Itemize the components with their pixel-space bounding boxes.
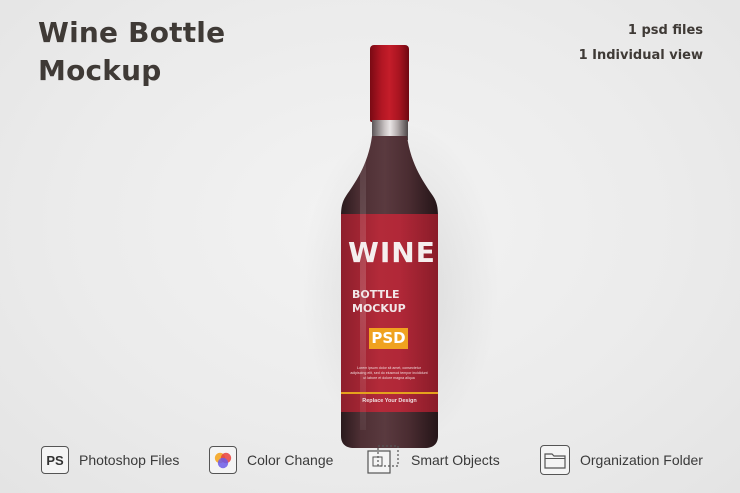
feature-label: Color Change	[247, 452, 334, 468]
label-subtitle: BOTTLE MOCKUP	[352, 288, 406, 316]
psd-badge: PSD	[369, 328, 408, 349]
feature-smart-objects: Smart Objects	[367, 444, 500, 476]
label-title: WINE	[348, 236, 436, 269]
files-count: 1 psd files	[627, 23, 703, 38]
smart-objects-icon	[367, 445, 401, 475]
label-sub-2: MOCKUP	[352, 302, 406, 315]
folder-icon	[540, 445, 570, 475]
title-line-1: Wine Bottle	[38, 16, 226, 49]
feature-color-change: Color Change	[209, 444, 333, 476]
label-footer: Replace Your Design	[362, 398, 417, 404]
feature-organization-folder: Organization Folder	[540, 444, 703, 476]
label-body-text: Lorem ipsum dolor sit amet, consectetur …	[350, 366, 428, 380]
bottle-cap	[370, 45, 409, 122]
views-count: 1 Individual view	[578, 48, 703, 63]
feature-label: Photoshop Files	[79, 452, 180, 468]
title-line-2: Mockup	[38, 54, 162, 87]
feature-photoshop-files: PS Photoshop Files	[41, 444, 179, 476]
label-divider	[341, 392, 438, 394]
label-sub-1: BOTTLE	[352, 288, 400, 301]
mockup-meta: 1 psd files 1 Individual view	[579, 22, 703, 72]
color-change-icon	[209, 446, 237, 474]
feature-label: Smart Objects	[411, 452, 500, 468]
ps-icon: PS	[41, 446, 69, 474]
feature-label: Organization Folder	[580, 452, 703, 468]
mockup-title: Wine Bottle Mockup	[38, 14, 225, 90]
